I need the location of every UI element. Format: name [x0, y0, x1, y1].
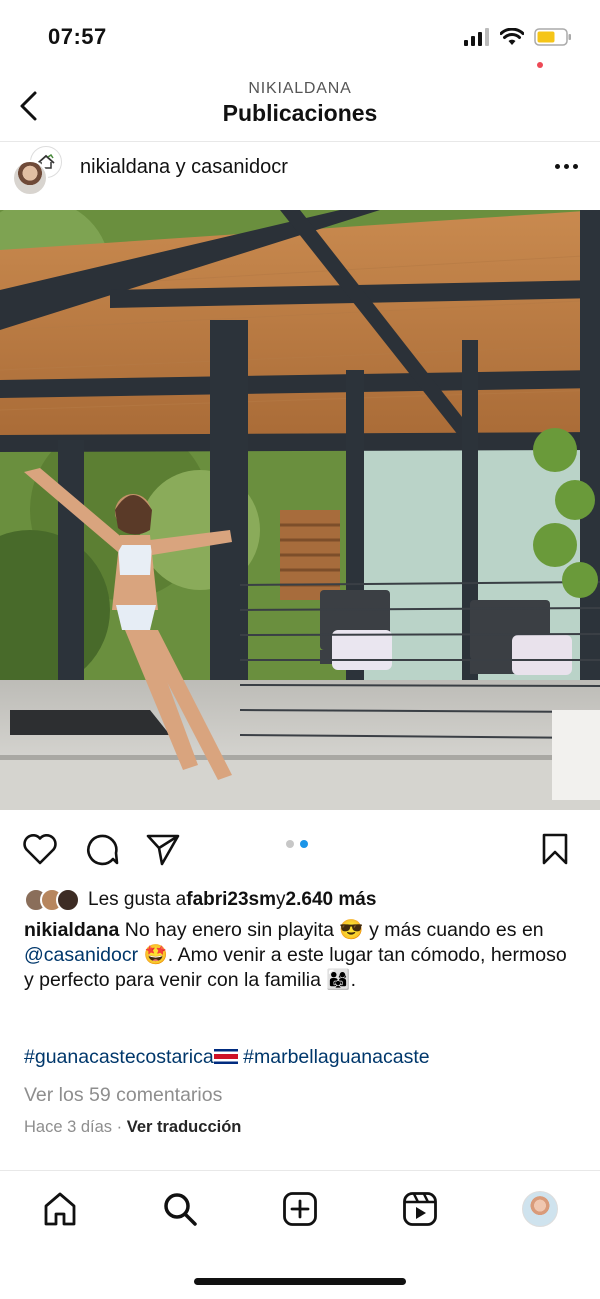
- wifi-icon: [500, 28, 524, 45]
- post-hashtags: #guanacastecostarica #marbellaguanacaste: [24, 1046, 584, 1069]
- send-icon: [146, 834, 180, 866]
- translate-link[interactable]: Ver traducción: [127, 1118, 242, 1136]
- search-icon: [164, 1193, 197, 1226]
- nikialdana-avatar[interactable]: [12, 160, 48, 196]
- hashtag-link[interactable]: #marbellaguanacaste: [243, 1046, 429, 1068]
- more-dot-icon: [564, 164, 569, 169]
- post-photo[interactable]: [0, 210, 600, 810]
- more-options-button[interactable]: [555, 164, 578, 169]
- likes-count[interactable]: 2.640 más: [286, 889, 377, 911]
- more-dot-icon: [573, 164, 578, 169]
- caption-text: No hay enero sin playita 😎 y más cuando …: [119, 919, 544, 941]
- post-caption: nikialdana No hay enero sin playita 😎 y …: [24, 918, 569, 993]
- view-comments-link[interactable]: Ver los 59 comentarios: [24, 1084, 222, 1107]
- share-button[interactable]: [144, 830, 182, 868]
- signal-icon: [464, 28, 489, 46]
- status-time: 07:57: [48, 24, 107, 49]
- carousel-indicator: [286, 840, 308, 848]
- post-meta: Hace 3 días · Ver traducción: [24, 1118, 241, 1137]
- likes-prefix: Les gusta a: [88, 889, 187, 910]
- home-icon: [44, 1192, 76, 1226]
- tab-create[interactable]: [280, 1189, 320, 1229]
- notification-dot: [537, 62, 543, 68]
- status-icons: [464, 28, 572, 46]
- profile-avatar: [522, 1191, 558, 1227]
- likes-joiner: y: [276, 889, 286, 910]
- header-username: NIKIALDANA: [248, 80, 352, 97]
- post-actions: [0, 820, 600, 876]
- create-icon: [283, 1192, 317, 1226]
- tab-profile[interactable]: [520, 1189, 560, 1229]
- like-button[interactable]: [21, 830, 59, 868]
- post-photo-illustration: [0, 210, 600, 810]
- liker-avatars: [24, 888, 80, 912]
- meta-separator: ·: [112, 1118, 127, 1136]
- post-authors[interactable]: nikialdana y casanidocr: [80, 156, 288, 179]
- tab-home[interactable]: [40, 1189, 80, 1229]
- likes-summary[interactable]: Les gusta a fabri23sm y 2.640 más: [24, 884, 376, 916]
- header: NIKIALDANA Publicaciones: [0, 70, 600, 142]
- page-title: Publicaciones: [222, 100, 378, 126]
- liker-avatar: [56, 888, 80, 912]
- carousel-dot-active: [300, 840, 308, 848]
- reels-icon: [403, 1192, 437, 1226]
- likes-user[interactable]: fabri23sm: [186, 889, 276, 911]
- heart-icon: [23, 834, 57, 865]
- home-indicator[interactable]: [194, 1278, 406, 1285]
- save-button[interactable]: [536, 830, 574, 868]
- bookmark-icon: [542, 833, 568, 865]
- caption-mention[interactable]: @casanidocr: [24, 944, 138, 966]
- post-author-row: nikialdana y casanidocr: [0, 142, 600, 208]
- status-bar: 07:57: [0, 0, 600, 70]
- tab-reels[interactable]: [400, 1189, 440, 1229]
- more-dot-icon: [555, 164, 560, 169]
- carousel-dot: [286, 840, 294, 848]
- post-time: Hace 3 días: [24, 1118, 113, 1136]
- comment-button[interactable]: [82, 830, 120, 868]
- comment-icon: [87, 834, 119, 866]
- battery-icon: [534, 28, 571, 46]
- hashtag-link[interactable]: #guanacastecostarica: [24, 1046, 214, 1068]
- caption-username[interactable]: nikialdana: [24, 919, 119, 941]
- bottom-tab-bar: [0, 1170, 600, 1250]
- costa-rica-flag-icon: [213, 1049, 238, 1064]
- tab-search[interactable]: [160, 1189, 200, 1229]
